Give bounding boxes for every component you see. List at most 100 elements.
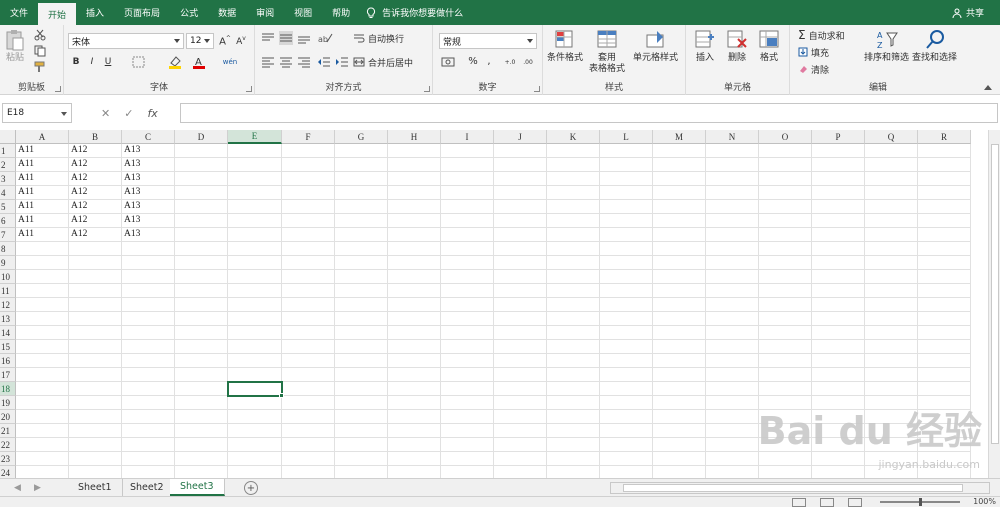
cell[interactable] <box>547 424 600 438</box>
cell[interactable] <box>494 186 547 200</box>
cell[interactable] <box>441 396 494 410</box>
cell[interactable] <box>812 228 865 242</box>
cell[interactable] <box>759 382 812 396</box>
row-header[interactable]: 6 <box>0 214 16 228</box>
cell[interactable] <box>335 466 388 478</box>
cell[interactable] <box>441 228 494 242</box>
cell[interactable] <box>16 298 69 312</box>
cell[interactable] <box>122 354 175 368</box>
cell[interactable] <box>441 144 494 158</box>
font-size-dropdown[interactable]: 12 <box>186 33 214 49</box>
decrease-font-button[interactable]: Av <box>234 34 248 48</box>
cell[interactable] <box>918 326 971 340</box>
cell[interactable] <box>812 368 865 382</box>
cell[interactable]: A11 <box>16 214 69 228</box>
cell[interactable] <box>282 466 335 478</box>
cell[interactable]: A11 <box>16 186 69 200</box>
cell[interactable] <box>547 158 600 172</box>
cell[interactable] <box>388 354 441 368</box>
cell[interactable] <box>759 214 812 228</box>
cell[interactable] <box>547 452 600 466</box>
cell[interactable] <box>812 326 865 340</box>
cell[interactable]: A13 <box>122 158 175 172</box>
cell[interactable] <box>547 410 600 424</box>
cell[interactable] <box>759 466 812 478</box>
cell[interactable] <box>16 256 69 270</box>
cell[interactable] <box>812 466 865 478</box>
cell[interactable] <box>494 354 547 368</box>
cell[interactable] <box>69 368 122 382</box>
cell[interactable] <box>706 298 759 312</box>
cell[interactable] <box>918 158 971 172</box>
cell[interactable] <box>16 270 69 284</box>
cell[interactable] <box>600 326 653 340</box>
cell[interactable] <box>69 326 122 340</box>
cell[interactable] <box>918 242 971 256</box>
cell[interactable] <box>175 214 228 228</box>
row-header[interactable]: 9 <box>0 256 16 270</box>
sort-filter-button[interactable]: AZ 排序和筛选 <box>864 29 909 64</box>
cell[interactable] <box>865 298 918 312</box>
cell[interactable] <box>812 382 865 396</box>
cell[interactable] <box>865 284 918 298</box>
cell[interactable] <box>706 228 759 242</box>
row-header[interactable]: 24 <box>0 466 16 478</box>
cell[interactable] <box>547 382 600 396</box>
cell[interactable] <box>441 298 494 312</box>
cell[interactable] <box>812 200 865 214</box>
cell[interactable] <box>69 438 122 452</box>
cell[interactable] <box>759 340 812 354</box>
cell[interactable] <box>175 326 228 340</box>
cell[interactable] <box>335 242 388 256</box>
cell[interactable] <box>441 256 494 270</box>
cell[interactable] <box>600 340 653 354</box>
align-left-icon[interactable] <box>261 56 275 68</box>
row-header[interactable]: 3 <box>0 172 16 186</box>
cell[interactable] <box>16 438 69 452</box>
cell[interactable] <box>865 200 918 214</box>
decrease-indent-icon[interactable] <box>317 56 331 68</box>
underline-button[interactable]: U <box>102 56 114 68</box>
row-header[interactable]: 14 <box>0 326 16 340</box>
cell[interactable] <box>282 172 335 186</box>
cell[interactable] <box>228 200 282 214</box>
cell[interactable] <box>69 354 122 368</box>
cell[interactable] <box>706 466 759 478</box>
cell[interactable]: A13 <box>122 186 175 200</box>
cell[interactable] <box>282 424 335 438</box>
increase-font-button[interactable]: A^ <box>218 34 232 48</box>
cell[interactable] <box>175 354 228 368</box>
cell[interactable] <box>441 214 494 228</box>
cell[interactable] <box>759 326 812 340</box>
cell[interactable] <box>547 242 600 256</box>
cell[interactable] <box>865 270 918 284</box>
cell[interactable] <box>918 144 971 158</box>
cell[interactable] <box>812 214 865 228</box>
cell[interactable] <box>812 340 865 354</box>
cell[interactable] <box>918 312 971 326</box>
cell[interactable] <box>388 270 441 284</box>
cell[interactable] <box>335 424 388 438</box>
insert-cells-button[interactable]: 插入 <box>694 29 716 64</box>
cell[interactable] <box>494 214 547 228</box>
cell[interactable] <box>865 172 918 186</box>
fill-color-icon[interactable] <box>168 55 182 69</box>
cell[interactable] <box>122 284 175 298</box>
share-button[interactable]: 共享 <box>952 0 984 25</box>
cell[interactable] <box>175 298 228 312</box>
ribbon-tab[interactable]: 审阅 <box>246 0 284 25</box>
cell[interactable] <box>706 172 759 186</box>
alignment-launcher[interactable] <box>424 86 430 92</box>
horizontal-scroll-thumb[interactable] <box>623 484 963 492</box>
cell[interactable] <box>653 186 706 200</box>
cell[interactable] <box>865 256 918 270</box>
cell[interactable] <box>228 354 282 368</box>
cell[interactable] <box>441 200 494 214</box>
cell[interactable] <box>388 172 441 186</box>
row-header[interactable]: 5 <box>0 200 16 214</box>
cell[interactable] <box>759 270 812 284</box>
cell[interactable] <box>228 144 282 158</box>
row-header[interactable]: 22 <box>0 438 16 452</box>
cell[interactable] <box>494 438 547 452</box>
cell[interactable] <box>600 186 653 200</box>
